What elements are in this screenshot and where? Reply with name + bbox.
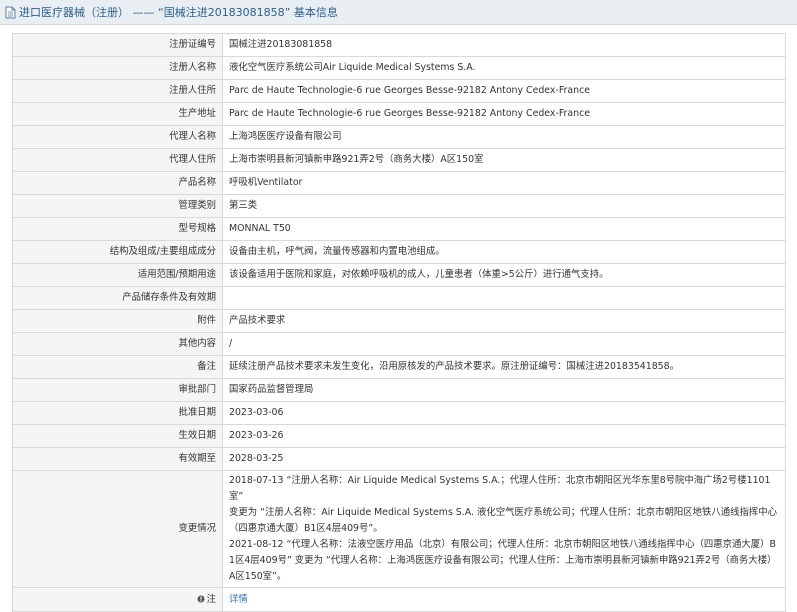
field-label: 生产地址: [12, 102, 223, 126]
field-value: Parc de Haute Technologie-6 rue Georges …: [222, 102, 786, 126]
field-label: 备注: [12, 355, 223, 379]
note-value-cell: 详情: [222, 587, 786, 612]
info-row: 适用范围/预期用途 该设备适用于医院和家庭，对依赖呼吸机的成人，儿童患者（体重>5…: [12, 263, 786, 287]
field-label: 产品储存条件及有效期: [12, 286, 223, 310]
field-value: MONNAL T50: [222, 217, 786, 241]
details-link[interactable]: 详情: [229, 594, 248, 605]
field-label: 注册人住所: [12, 79, 223, 103]
info-row: 附件 产品技术要求: [12, 309, 786, 333]
page-title: 进口医疗器械（注册） —— “国械注进20183081858” 基本信息: [19, 6, 338, 19]
field-value: 上海鸿医医疗设备有限公司: [222, 125, 786, 149]
field-value: 第三类: [222, 194, 786, 218]
document-icon: [5, 6, 16, 18]
info-row: 其他内容 /: [12, 332, 786, 356]
change-history-line: 2021-08-12 “代理人名称：法液空医疗用品（北京）有限公司；代理人住所：…: [229, 539, 776, 550]
info-row: 注册人名称 液化空气医疗系统公司Air Liquide Medical Syste…: [12, 56, 786, 80]
field-value: 上海市崇明县新河镇新申路921弄2号（商务大楼）A区150室: [222, 148, 786, 172]
field-value: [222, 286, 786, 310]
field-label: 其他内容: [12, 332, 223, 356]
field-value: 延续注册产品技术要求未发生变化，沿用原核发的产品技术要求。原注册证编号：国械注进…: [222, 355, 786, 379]
field-label: 注册人名称: [12, 56, 223, 80]
change-history-line: 2018-07-13 “注册人名称：Air Liquide Medical Sy…: [229, 475, 771, 502]
field-label: 结构及组成/主要组成成分: [12, 240, 223, 264]
change-history-line: A区150室”。: [229, 571, 287, 582]
field-value: 设备由主机，呼气阀，流量传感器和内置电池组成。: [222, 240, 786, 264]
info-row: 生产地址 Parc de Haute Technologie-6 rue Geor…: [12, 102, 786, 126]
note-label: 注: [206, 593, 216, 605]
info-row: 型号规格 MONNAL T50: [12, 217, 786, 241]
info-row: 结构及组成/主要组成成分 设备由主机，呼气阀，流量传感器和内置电池组成。: [12, 240, 786, 264]
note-icon: [197, 595, 205, 602]
info-row: 有效期至 2028-03-25: [12, 447, 786, 471]
change-history-line: 变更为 “注册人名称：Air Liquide Medical Systems S…: [229, 507, 777, 518]
info-row: 审批部门 国家药品监督管理局: [12, 378, 786, 402]
field-value: Parc de Haute Technologie-6 rue Georges …: [222, 79, 786, 103]
info-row: 备注 延续注册产品技术要求未发生变化，沿用原核发的产品技术要求。原注册证编号：国械…: [12, 355, 786, 379]
field-value: 产品技术要求: [222, 309, 786, 333]
field-label: 注册证编号: [12, 33, 223, 57]
change-history-line: （四惠京通大厦）B1区4层409号”。: [229, 523, 383, 534]
field-label: 生效日期: [12, 424, 223, 448]
field-value: 2028-03-25: [222, 447, 786, 471]
change-history-label: 变更情况: [12, 470, 223, 588]
change-history-line: 1区4层409号” 变更为 “代理人名称：上海鸿医医疗设备有限公司；代理人住所：…: [229, 555, 777, 566]
field-value: 国家药品监督管理局: [222, 378, 786, 402]
field-value: 2023-03-26: [222, 424, 786, 448]
info-row: 代理人住所 上海市崇明县新河镇新申路921弄2号（商务大楼）A区150室: [12, 148, 786, 172]
field-label: 有效期至: [12, 447, 223, 471]
change-history-value: 2018-07-13 “注册人名称：Air Liquide Medical Sy…: [222, 470, 786, 588]
info-row: 产品名称 呼吸机Ventilator: [12, 171, 786, 195]
field-value: 2023-03-06: [222, 401, 786, 425]
field-value: 液化空气医疗系统公司Air Liquide Medical Systems S.…: [222, 56, 786, 80]
field-label: 代理人住所: [12, 148, 223, 172]
change-history-row: 变更情况 2018-07-13 “注册人名称：Air Liquide Medica…: [12, 470, 786, 588]
note-label-cell: 注: [12, 587, 223, 612]
field-label: 附件: [12, 309, 223, 333]
info-row: 生效日期 2023-03-26: [12, 424, 786, 448]
field-value: 该设备适用于医院和家庭，对依赖呼吸机的成人，儿童患者（体重>5公斤）进行通气支持…: [222, 263, 786, 287]
field-label: 代理人名称: [12, 125, 223, 149]
field-label: 型号规格: [12, 217, 223, 241]
field-label: 审批部门: [12, 378, 223, 402]
field-label: 管理类别: [12, 194, 223, 218]
info-row: 注册人住所 Parc de Haute Technologie-6 rue Geo…: [12, 79, 786, 103]
field-label: 产品名称: [12, 171, 223, 195]
note-row: 注 详情: [12, 587, 786, 612]
field-value: 国械注进20183081858: [222, 33, 786, 57]
info-row: 产品储存条件及有效期: [12, 286, 786, 310]
registration-info-table: 注册证编号 国械注进20183081858 注册人名称 液化空气医疗系统公司Air L…: [12, 33, 786, 612]
info-row: 代理人名称 上海鸿医医疗设备有限公司: [12, 125, 786, 149]
field-label: 适用范围/预期用途: [12, 263, 223, 287]
field-value: /: [222, 332, 786, 356]
page-title-bar: 进口医疗器械（注册） —— “国械注进20183081858” 基本信息: [0, 0, 797, 25]
info-row: 批准日期 2023-03-06: [12, 401, 786, 425]
field-value: 呼吸机Ventilator: [222, 171, 786, 195]
info-row: 注册证编号 国械注进20183081858: [12, 33, 786, 57]
info-row: 管理类别 第三类: [12, 194, 786, 218]
field-label: 批准日期: [12, 401, 223, 425]
